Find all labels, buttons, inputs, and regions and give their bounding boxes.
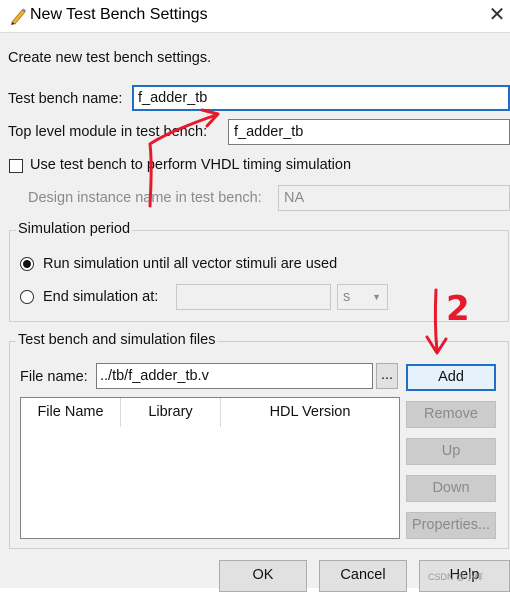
browse-button[interactable]: ... [376,363,398,389]
chevron-down-icon: ▼ [372,292,381,302]
remove-button[interactable]: Remove [406,401,496,428]
design-instance-label: Design instance name in test bench: [28,190,262,206]
properties-button[interactable]: Properties... [406,512,496,539]
watermark: CSDN @小样 [428,572,484,582]
ok-button[interactable]: OK [219,560,307,592]
window-title: New Test Bench Settings [30,6,208,23]
column-header-library[interactable]: Library [121,398,221,427]
down-button[interactable]: Down [406,475,496,502]
cancel-button[interactable]: Cancel [319,560,407,592]
column-header-file-name[interactable]: File Name [21,398,121,427]
design-instance-input[interactable]: NA [278,185,510,211]
run-all-label[interactable]: Run simulation until all vector stimuli … [43,256,337,272]
end-at-input[interactable] [176,284,331,310]
file-name-input[interactable]: ../tb/f_adder_tb.v [96,363,373,389]
files-table: File Name Library HDL Version [20,397,400,539]
title-bar: New Test Bench Settings ✕ [0,0,510,32]
simulation-period-title: Simulation period [16,221,133,237]
end-at-label[interactable]: End simulation at: [43,289,158,305]
top-level-module-label: Top level module in test bench: [8,124,208,140]
files-group-title: Test bench and simulation files [16,332,218,348]
unit-value: s [343,289,351,305]
top-level-module-input[interactable]: f_adder_tb [228,119,510,145]
column-header-hdl-version[interactable]: HDL Version [221,398,399,427]
test-bench-name-input[interactable]: f_adder_tb [132,85,510,111]
up-button[interactable]: Up [406,438,496,465]
end-at-radio[interactable] [20,290,34,304]
file-name-label: File name: [20,369,88,385]
vhdl-timing-checkbox[interactable] [9,159,23,173]
test-bench-name-label: Test bench name: [8,91,123,107]
unit-select[interactable]: s ▼ [337,284,388,310]
vhdl-timing-label[interactable]: Use test bench to perform VHDL timing si… [30,157,351,173]
add-button[interactable]: Add [406,364,496,391]
close-icon[interactable]: ✕ [484,2,510,28]
run-all-radio[interactable] [20,257,34,271]
intro-text: Create new test bench settings. [8,50,212,66]
pencil-icon [8,6,28,26]
